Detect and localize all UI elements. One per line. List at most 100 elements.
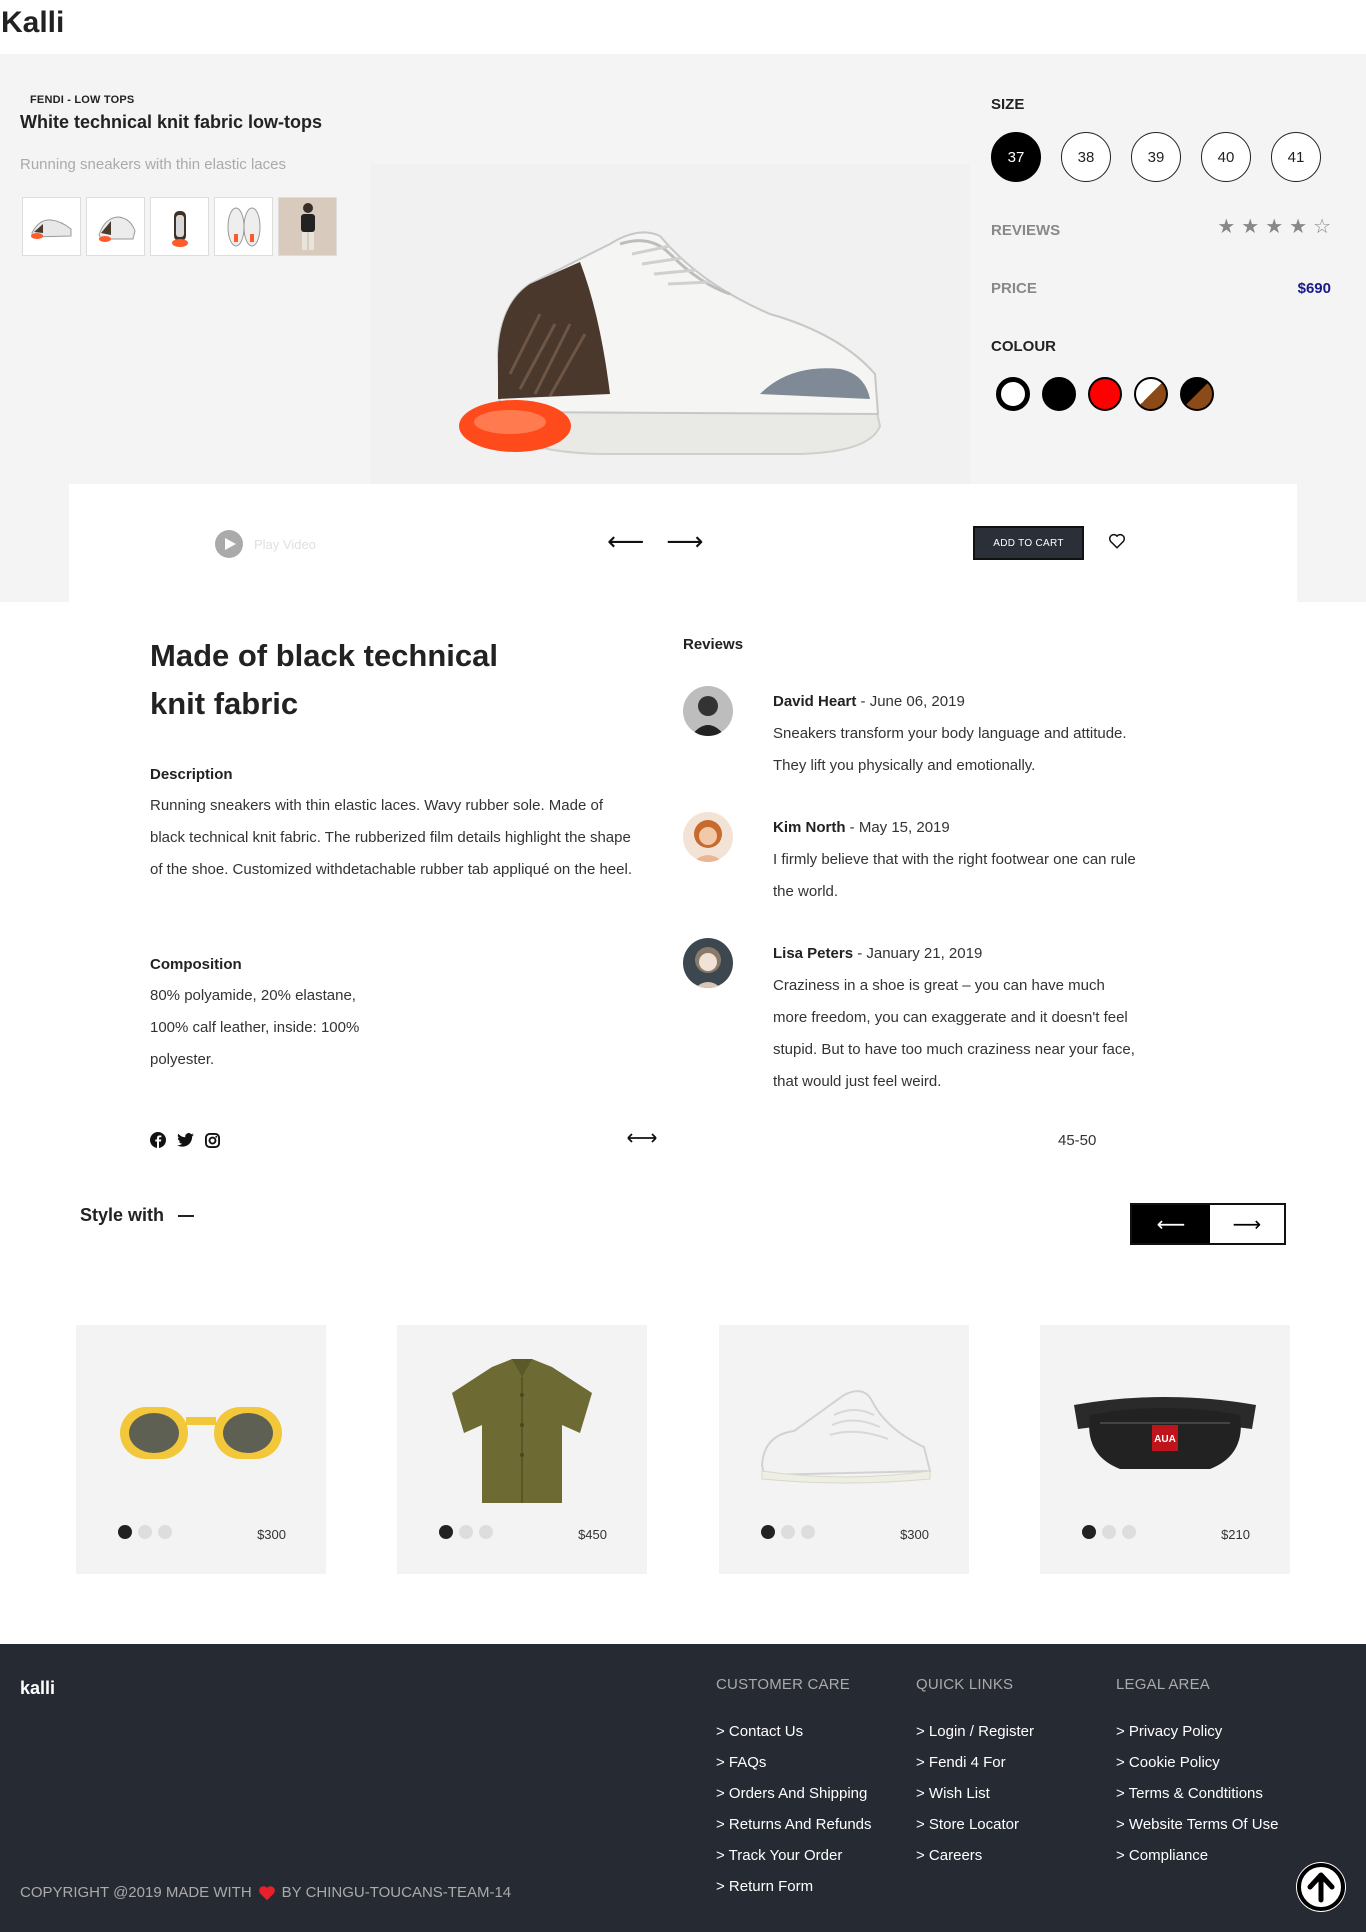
star-filled-icon: ★ bbox=[1241, 216, 1260, 238]
footer-link[interactable]: > Return Form bbox=[716, 1878, 872, 1909]
thumbnail-shoe-back[interactable] bbox=[150, 197, 209, 256]
dot[interactable] bbox=[439, 1525, 453, 1539]
double-arrow-icon[interactable] bbox=[626, 1131, 658, 1145]
style-with-heading: Style with bbox=[80, 1205, 195, 1226]
heart-icon[interactable] bbox=[1108, 532, 1126, 550]
play-video-button[interactable]: Play Video bbox=[214, 529, 316, 559]
dot[interactable] bbox=[801, 1525, 815, 1539]
colour-swatch-red[interactable] bbox=[1088, 377, 1122, 411]
review-date: - January 21, 2019 bbox=[853, 945, 983, 962]
instagram-icon[interactable] bbox=[205, 1132, 220, 1148]
product-card[interactable]: $300 bbox=[719, 1325, 969, 1574]
action-bar: Play Video ⟵ ⟶ ADD TO CART bbox=[69, 484, 1297, 602]
reviewer-name: Lisa Peters bbox=[773, 945, 854, 962]
product-price: $300 bbox=[900, 1527, 929, 1542]
carousel-next-button[interactable]: ⟶ bbox=[1210, 1205, 1284, 1243]
review-body: Craziness in a shoe is great – you can h… bbox=[773, 977, 1135, 1090]
product-price: $210 bbox=[1221, 1527, 1250, 1542]
twitter-icon[interactable] bbox=[177, 1133, 194, 1147]
arrow-left-icon[interactable]: ⟵ bbox=[607, 528, 644, 554]
product-title: White technical knit fabric low-tops bbox=[20, 112, 323, 132]
scroll-to-top-button[interactable] bbox=[1296, 1862, 1346, 1912]
colour-swatch-black[interactable] bbox=[1042, 377, 1076, 411]
dot[interactable] bbox=[1102, 1525, 1116, 1539]
thumbnail-model[interactable] bbox=[278, 197, 337, 256]
thumbnail-list bbox=[22, 197, 337, 256]
dot[interactable] bbox=[479, 1525, 493, 1539]
footer-link[interactable]: > Terms & Condtitions bbox=[1116, 1785, 1278, 1816]
colour-swatch-white[interactable] bbox=[996, 377, 1030, 411]
footer-link[interactable]: > Login / Register bbox=[916, 1723, 1034, 1754]
shirt-icon bbox=[422, 1355, 622, 1505]
avatar bbox=[683, 686, 733, 736]
colour-swatch-white-brown[interactable] bbox=[1134, 377, 1168, 411]
dot[interactable] bbox=[459, 1525, 473, 1539]
footer-link[interactable]: > Wish List bbox=[916, 1785, 1034, 1816]
size-option[interactable]: 39 bbox=[1131, 132, 1181, 182]
product-card[interactable]: $300 bbox=[76, 1325, 326, 1574]
footer-column-legal-area: LEGAL AREA > Privacy Policy > Cookie Pol… bbox=[1116, 1676, 1278, 1878]
description-text: Running sneakers with thin elastic laces… bbox=[150, 797, 632, 878]
facebook-icon[interactable] bbox=[150, 1132, 166, 1148]
composition-label: Composition bbox=[150, 956, 242, 973]
footer-link[interactable]: > Returns And Refunds bbox=[716, 1816, 872, 1847]
copyright-suffix: BY CHINGU-TOUCANS-TEAM-14 bbox=[281, 1884, 512, 1901]
footer-column-quick-links: QUICK LINKS > Login / Register > Fendi 4… bbox=[916, 1676, 1034, 1878]
review-text: Kim North - May 15, 2019 I firmly believ… bbox=[773, 812, 1143, 908]
review-text: David Heart - June 06, 2019 Sneakers tra… bbox=[773, 686, 1143, 782]
thumbnail-shoe-side[interactable] bbox=[22, 197, 81, 256]
footer-link[interactable]: > FAQs bbox=[716, 1754, 872, 1785]
dot[interactable] bbox=[138, 1525, 152, 1539]
dot[interactable] bbox=[761, 1525, 775, 1539]
colour-selector bbox=[996, 377, 1214, 411]
colour-swatch-black-brown[interactable] bbox=[1180, 377, 1214, 411]
footer-link[interactable]: > Orders And Shipping bbox=[716, 1785, 872, 1816]
reviews-heading: Reviews bbox=[683, 636, 744, 653]
footer-link[interactable]: > Cookie Policy bbox=[1116, 1754, 1278, 1785]
star-filled-icon: ★ bbox=[1265, 216, 1284, 238]
dot[interactable] bbox=[1082, 1525, 1096, 1539]
reviewer-name: Kim North bbox=[773, 819, 846, 836]
dot[interactable] bbox=[118, 1525, 132, 1539]
product-card[interactable]: AUA $210 bbox=[1040, 1325, 1290, 1574]
image-dots bbox=[118, 1525, 172, 1539]
size-option[interactable]: 41 bbox=[1271, 132, 1321, 182]
add-to-cart-button[interactable]: ADD TO CART bbox=[973, 526, 1084, 560]
footer-link[interactable]: > Website Terms Of Use bbox=[1116, 1816, 1278, 1847]
dot[interactable] bbox=[158, 1525, 172, 1539]
sneaker-icon bbox=[744, 1355, 944, 1505]
review-date: - June 06, 2019 bbox=[856, 693, 965, 710]
star-empty-icon: ☆ bbox=[1313, 216, 1331, 238]
play-video-label: Play Video bbox=[254, 536, 316, 552]
footer-link[interactable]: > Compliance bbox=[1116, 1847, 1278, 1878]
brand-logo[interactable]: Kalli bbox=[1, 6, 64, 40]
image-nav: ⟵ ⟶ bbox=[607, 528, 704, 554]
footer-link[interactable]: > Fendi 4 For bbox=[916, 1754, 1034, 1785]
avatar bbox=[683, 938, 733, 988]
thumbnail-shoe-angle[interactable] bbox=[86, 197, 145, 256]
belt-bag-icon: AUA bbox=[1065, 1355, 1265, 1505]
thumbnail-shoe-top[interactable] bbox=[214, 197, 273, 256]
footer-link[interactable]: > Careers bbox=[916, 1847, 1034, 1878]
product-subtitle: Running sneakers with thin elastic laces bbox=[20, 156, 286, 173]
image-dots bbox=[439, 1525, 493, 1539]
size-option[interactable]: 38 bbox=[1061, 132, 1111, 182]
dot[interactable] bbox=[781, 1525, 795, 1539]
footer-link[interactable]: > Contact Us bbox=[716, 1723, 872, 1754]
footer-link[interactable]: > Track Your Order bbox=[716, 1847, 872, 1878]
size-option[interactable]: 37 bbox=[991, 132, 1041, 182]
breadcrumb[interactable]: FENDI - LOW TOPS bbox=[30, 94, 134, 106]
carousel-prev-button[interactable]: ⟵ bbox=[1132, 1205, 1210, 1243]
main-product-image bbox=[370, 164, 970, 484]
dot[interactable] bbox=[1122, 1525, 1136, 1539]
top-bar: Kalli bbox=[0, 0, 1366, 54]
footer-link[interactable]: > Store Locator bbox=[916, 1816, 1034, 1847]
rating-stars[interactable]: ★ ★ ★ ★ ☆ bbox=[1217, 214, 1331, 239]
footer-link[interactable]: > Privacy Policy bbox=[1116, 1723, 1278, 1754]
reviews-label: REVIEWS bbox=[991, 222, 1061, 239]
arrow-right-icon[interactable]: ⟶ bbox=[666, 528, 703, 554]
footer-logo[interactable]: kalli bbox=[20, 1678, 55, 1699]
size-option[interactable]: 40 bbox=[1201, 132, 1251, 182]
product-card[interactable]: $450 bbox=[397, 1325, 647, 1574]
review-body: I firmly believe that with the right foo… bbox=[773, 851, 1136, 900]
